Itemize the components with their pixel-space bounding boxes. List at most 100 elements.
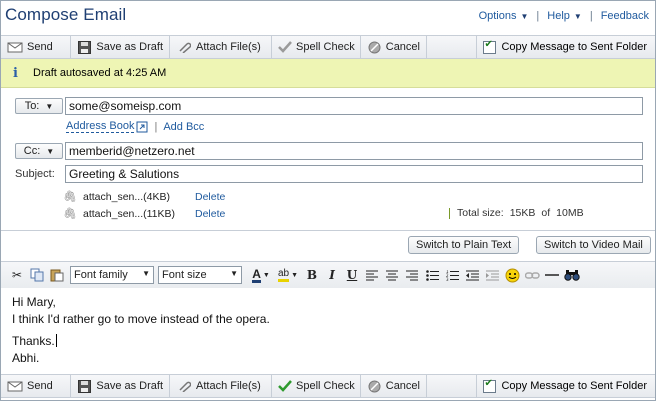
- spell-check-button[interactable]: Spell Check: [272, 375, 361, 397]
- svg-text:3: 3: [446, 277, 449, 281]
- chevron-down-icon: ▼: [230, 269, 238, 278]
- to-input[interactable]: some@someisp.com: [65, 97, 643, 115]
- link-icon[interactable]: [522, 265, 542, 285]
- align-left-icon[interactable]: [362, 265, 382, 285]
- paperclip-icon: [176, 379, 192, 393]
- cc-label: Cc:: [23, 145, 41, 157]
- copy-icon[interactable]: [27, 265, 47, 285]
- spell-label: Spell Check: [296, 41, 355, 53]
- bullet-list-icon[interactable]: [422, 265, 442, 285]
- of-label: of: [541, 207, 551, 219]
- align-center-icon[interactable]: [382, 265, 402, 285]
- send-label: Send: [27, 380, 53, 392]
- recipient-links: Address Book | Add Bcc: [66, 120, 204, 133]
- save-draft-label: Save as Draft: [96, 41, 163, 53]
- feedback-link[interactable]: Feedback: [601, 10, 649, 22]
- subject-input[interactable]: Greeting & Salutions: [65, 165, 643, 183]
- switch-video-mail-button[interactable]: Switch to Video Mail: [536, 236, 651, 254]
- attach-files-button[interactable]: Attach File(s): [170, 36, 272, 58]
- font-family-select[interactable]: Font family ▼: [70, 266, 154, 284]
- copy-sent-label: Copy Message to Sent Folder: [501, 380, 647, 392]
- copy-sent-label: Copy Message to Sent Folder: [501, 41, 647, 53]
- address-book-icon[interactable]: [136, 121, 148, 133]
- save-draft-label: Save as Draft: [96, 380, 163, 392]
- chevron-down-icon: ▼: [573, 12, 582, 21]
- outdent-icon[interactable]: [462, 265, 482, 285]
- attachment-item: 🖇 attach_sen...(4KB) Delete: [63, 190, 225, 204]
- body-line: Abhi.: [12, 351, 40, 365]
- top-nav: Options ▼ | Help ▼ | Feedback: [479, 10, 649, 22]
- to-label: To:: [24, 100, 40, 112]
- section-divider: [1, 230, 655, 231]
- total-size-value: 15KB: [509, 207, 536, 219]
- body-line-with-caret: Thanks.: [12, 333, 644, 350]
- info-icon: i: [13, 65, 18, 81]
- body-line: Hi Mary,: [12, 295, 56, 309]
- chevron-down-icon: ▼: [142, 269, 150, 278]
- numbered-list-icon[interactable]: 123: [442, 265, 462, 285]
- checkmark-icon: [278, 379, 292, 393]
- nav-divider: |: [589, 10, 593, 22]
- paste-icon[interactable]: [47, 265, 67, 285]
- spell-check-button[interactable]: Spell Check: [272, 36, 361, 58]
- attachment-name: attach_sen...(4KB): [83, 190, 170, 203]
- switch-plain-text-button[interactable]: Switch to Plain Text: [408, 236, 520, 254]
- attach-files-button[interactable]: Attach File(s): [170, 375, 272, 397]
- save-draft-button[interactable]: Save as Draft: [71, 36, 170, 58]
- help-menu[interactable]: Help ▼: [547, 10, 582, 22]
- align-right-icon[interactable]: [402, 265, 422, 285]
- message-body-editor[interactable]: Hi Mary, I think I'd rather go to move i…: [1, 288, 655, 372]
- underline-icon[interactable]: U: [342, 265, 362, 285]
- total-size-label: Total size:: [457, 207, 504, 219]
- compose-email-window: Compose Email Options ▼ | Help ▼ | Feedbac…: [0, 0, 656, 401]
- font-size-select[interactable]: Font size ▼: [158, 266, 242, 284]
- smiley-icon[interactable]: [502, 265, 522, 285]
- cancel-button[interactable]: Cancel: [361, 36, 427, 58]
- delete-attachment-link[interactable]: Delete: [195, 208, 225, 220]
- copy-sent-toggle[interactable]: Copy Message to Sent Folder: [476, 375, 655, 397]
- top-toolbar: Send Save as Draft Attach File(s) Spell …: [1, 35, 655, 59]
- copy-sent-toggle[interactable]: Copy Message to Sent Folder: [476, 36, 655, 58]
- indent-icon[interactable]: [482, 265, 502, 285]
- body-line: Thanks.: [12, 334, 55, 348]
- send-button[interactable]: Send: [1, 375, 71, 397]
- delete-attachment-link[interactable]: Delete: [195, 191, 225, 203]
- cancel-icon: [367, 379, 382, 393]
- bottom-toolbar: Send Save as Draft Attach File(s) Spell …: [1, 374, 655, 398]
- cancel-button[interactable]: Cancel: [361, 375, 427, 397]
- address-book-link[interactable]: Address Book: [66, 120, 135, 133]
- attach-label: Attach File(s): [196, 41, 261, 53]
- cc-input[interactable]: memberid@netzero.net: [65, 142, 643, 160]
- to-button[interactable]: To: ▼: [15, 98, 63, 114]
- paperclip-icon: 🖇: [63, 208, 77, 220]
- cut-icon[interactable]: ✂: [7, 265, 27, 285]
- send-label: Send: [27, 41, 53, 53]
- subject-label: Subject:: [15, 168, 55, 180]
- help-label: Help: [547, 10, 570, 22]
- envelope-icon: [7, 379, 23, 393]
- cancel-label: Cancel: [385, 41, 420, 53]
- paperclip-icon: 🖇: [63, 191, 77, 203]
- page-title: Compose Email: [5, 5, 127, 24]
- font-family-value: Font family: [74, 269, 128, 281]
- copy-sent-checkbox[interactable]: [483, 39, 497, 54]
- highlight-color-icon[interactable]: ab ▼: [274, 265, 302, 285]
- options-label: Options: [478, 10, 517, 22]
- horizontal-rule-icon[interactable]: [542, 265, 562, 285]
- save-draft-button[interactable]: Save as Draft: [71, 375, 170, 397]
- text-color-icon[interactable]: A ▼: [248, 265, 274, 285]
- cc-button[interactable]: Cc: ▼: [15, 143, 63, 159]
- cancel-icon: [367, 40, 382, 54]
- italic-icon[interactable]: I: [322, 265, 342, 285]
- cancel-label: Cancel: [385, 380, 420, 392]
- bold-icon[interactable]: B: [302, 265, 322, 285]
- send-button[interactable]: Send: [1, 36, 71, 58]
- attach-label: Attach File(s): [196, 380, 261, 392]
- copy-sent-checkbox[interactable]: [483, 378, 497, 393]
- link-divider: |: [154, 120, 158, 133]
- add-bcc-link[interactable]: Add Bcc: [163, 121, 204, 133]
- spell-label: Spell Check: [296, 380, 355, 392]
- attachment-item: 🖇 attach_sen...(11KB) Delete: [63, 207, 225, 221]
- options-menu[interactable]: Options ▼: [479, 10, 529, 22]
- find-icon[interactable]: [562, 265, 582, 285]
